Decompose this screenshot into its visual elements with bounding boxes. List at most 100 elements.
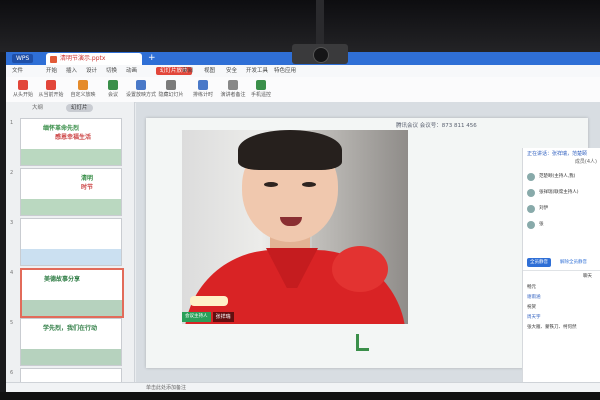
toolbar-icon-7 [228,80,238,90]
toolbar-button-6[interactable]: 排练计时 [188,80,218,99]
tab-slides[interactable]: 幻灯片 [66,104,93,112]
tab-outline[interactable]: 大纲 [32,104,43,112]
thumbnail-title: 美德故事分享 [44,276,81,283]
menu-item-5[interactable]: 动画 [126,67,137,75]
menu-item-4[interactable]: 切换 [106,67,117,75]
toolbar-button-8[interactable]: 手机遥控 [246,80,276,99]
slide-thumbnail-panel: 大纲 幻灯片 1 缅怀革命先烈 感恩幸福生活 2 清明时节 3 4 美德故事分享 5 学先烈，我们… [6,102,135,392]
chat-title: 聊天 [583,274,592,279]
meeting-id-text: 腾讯会议 会议号：873 811 456 [396,123,477,129]
slide-thumbnail-5[interactable]: 学先烈，我们在行动 [20,318,122,366]
slide-stage: 腾讯会议 会议号：873 811 456 会议主持人 张祥瑞 正在讲话：张祥瑞，… [136,102,600,392]
chat-line: 周天宇 [527,315,541,320]
menu-item-2[interactable]: 插入 [66,67,77,75]
member-avatar [527,189,535,197]
participant-name: 张祥瑞 [212,312,234,322]
webcam-cord [316,0,324,44]
toolbar-button-1[interactable]: 从当前开始 [36,80,66,99]
panel-tabs: 大纲 幻灯片 [6,102,134,114]
member-count: 成员(4人) [574,159,597,165]
toolbar-label-3: 会议 [107,92,118,98]
toolbar-label-7: 演讲者备注 [220,92,246,98]
chat-line: 张大雁、蒙铁刀、柯何然 [527,325,577,330]
toolbar-button-2[interactable]: 自定义放映 [68,80,98,99]
slide-thumbnail-4[interactable]: 美德故事分享 [20,268,124,318]
toolbar-button-0[interactable]: 从头开始 [8,80,38,99]
toolbar-label-2: 自定义放映 [70,92,96,98]
menu-item-8[interactable]: 视图 [204,67,215,75]
menu-item-11[interactable]: 特色应用 [274,67,296,75]
slide-decoration-mark [356,334,369,351]
toolbar-icon-1 [46,80,56,90]
member-name: 张 [539,222,544,227]
menu-item-1[interactable]: 开始 [46,67,57,75]
toolbar-button-7[interactable]: 演讲者备注 [218,80,248,99]
toolbar-icon-0 [18,80,28,90]
menu-item-7[interactable]: 审阅 [182,67,193,75]
toolbar-button-5[interactable]: 隐藏幻灯片 [156,80,186,99]
menu-item-10[interactable]: 开发工具 [246,67,268,75]
mute-all-button[interactable]: 全员静音 [527,258,551,267]
host-tag: 会议主持人 [182,312,211,322]
speaking-now: 正在讲话：张祥瑞，范楚颐 [527,151,588,157]
menu-item-3[interactable]: 设计 [86,67,97,75]
unmute-all-button[interactable]: 解除全员静音 [557,258,590,267]
webcam-lens [313,47,329,63]
meeting-side-panel: 正在讲话：张祥瑞，范楚颐 成员(4人) 范楚颐(主持人,我) 张祥瑞(联席主持人)… [522,148,600,392]
toolbar-icon-5 [166,80,176,90]
webcam [292,44,348,64]
toolbar-icon-6 [198,80,208,90]
slide-thumbnail-3[interactable] [20,218,122,266]
toolbar-label-5: 隐藏幻灯片 [158,92,184,98]
participant-name-bar: 会议主持人 张祥瑞 [182,312,234,322]
video-person-hair [238,130,342,170]
notes-bar: 单击此处添加备注 [6,382,600,392]
thumbnail-landscape [21,149,121,165]
thumbnail-title: 学先烈，我们在行动 [43,325,98,332]
chat-line: 谢雨涵 [527,295,541,300]
slide-number: 5 [10,320,14,326]
menu-item-0[interactable]: 文件 [12,67,23,75]
notes-placeholder[interactable]: 单击此处添加备注 [146,384,186,391]
toolbar-button-4[interactable]: 设置放映方式 [126,80,156,99]
video-hood [332,246,388,292]
slide-thumbnail-2[interactable]: 清明 时节 [20,168,122,216]
ribbon-toolbar: 从头开始 从当前开始 自定义放映 会议 设置放映方式 隐藏幻灯片 排练计时 演讲者备注 手机遥控 [6,77,600,103]
video-eye-left [264,182,278,187]
chat-line: 祝贺 [527,305,536,310]
slide-number: 1 [10,120,14,126]
screen: WPS 清明节演示.pptx + 文件 开始 插入 设计 切换 动画 幻灯片放映 审阅 视图 安全… [6,52,600,392]
thumbnail-landscape [21,349,121,365]
thumbnail-landscape [22,300,122,316]
slide-number: 6 [10,370,14,376]
toolbar-icon-2 [78,80,88,90]
ppt-file-icon [50,56,57,63]
wps-app-button[interactable]: WPS [12,54,34,63]
thumbnail-title: 缅怀革命先烈 [43,125,80,132]
thumbnail-title: 清明 [81,175,94,182]
menu-item-9[interactable]: 安全 [226,67,237,75]
member-avatar [527,205,535,213]
slide-number: 2 [10,170,14,176]
toolbar-label-8: 手机遥控 [250,92,271,98]
member-name: 范楚颐(主持人,我) [539,174,576,179]
toolbar-icon-3 [108,80,118,90]
toolbar-button-3[interactable]: 会议 [98,80,128,99]
video-eye-right [302,182,316,187]
thumbnail-landscape [21,249,121,265]
video-feed[interactable]: 会议主持人 张祥瑞 [182,130,408,324]
toolbar-label-0: 从头开始 [12,92,33,98]
toolbar-label-6: 排练计时 [192,92,213,98]
slide-number: 4 [10,270,14,276]
slide-thumbnail-1[interactable]: 缅怀革命先烈 感恩幸福生活 [20,118,122,166]
thumbnail-landscape [21,199,121,215]
toolbar-label-1: 从当前开始 [38,92,64,98]
document-tab-label: 清明节演示.pptx [60,55,106,62]
side-panel-divider [523,270,600,271]
toolbar-label-4: 设置放映方式 [126,92,157,98]
new-tab-button[interactable]: + [148,52,156,64]
slide-number: 3 [10,220,14,226]
document-tab[interactable]: 清明节演示.pptx [46,53,142,65]
member-avatar [527,173,535,181]
thumbnail-subtitle: 时节 [81,184,94,191]
